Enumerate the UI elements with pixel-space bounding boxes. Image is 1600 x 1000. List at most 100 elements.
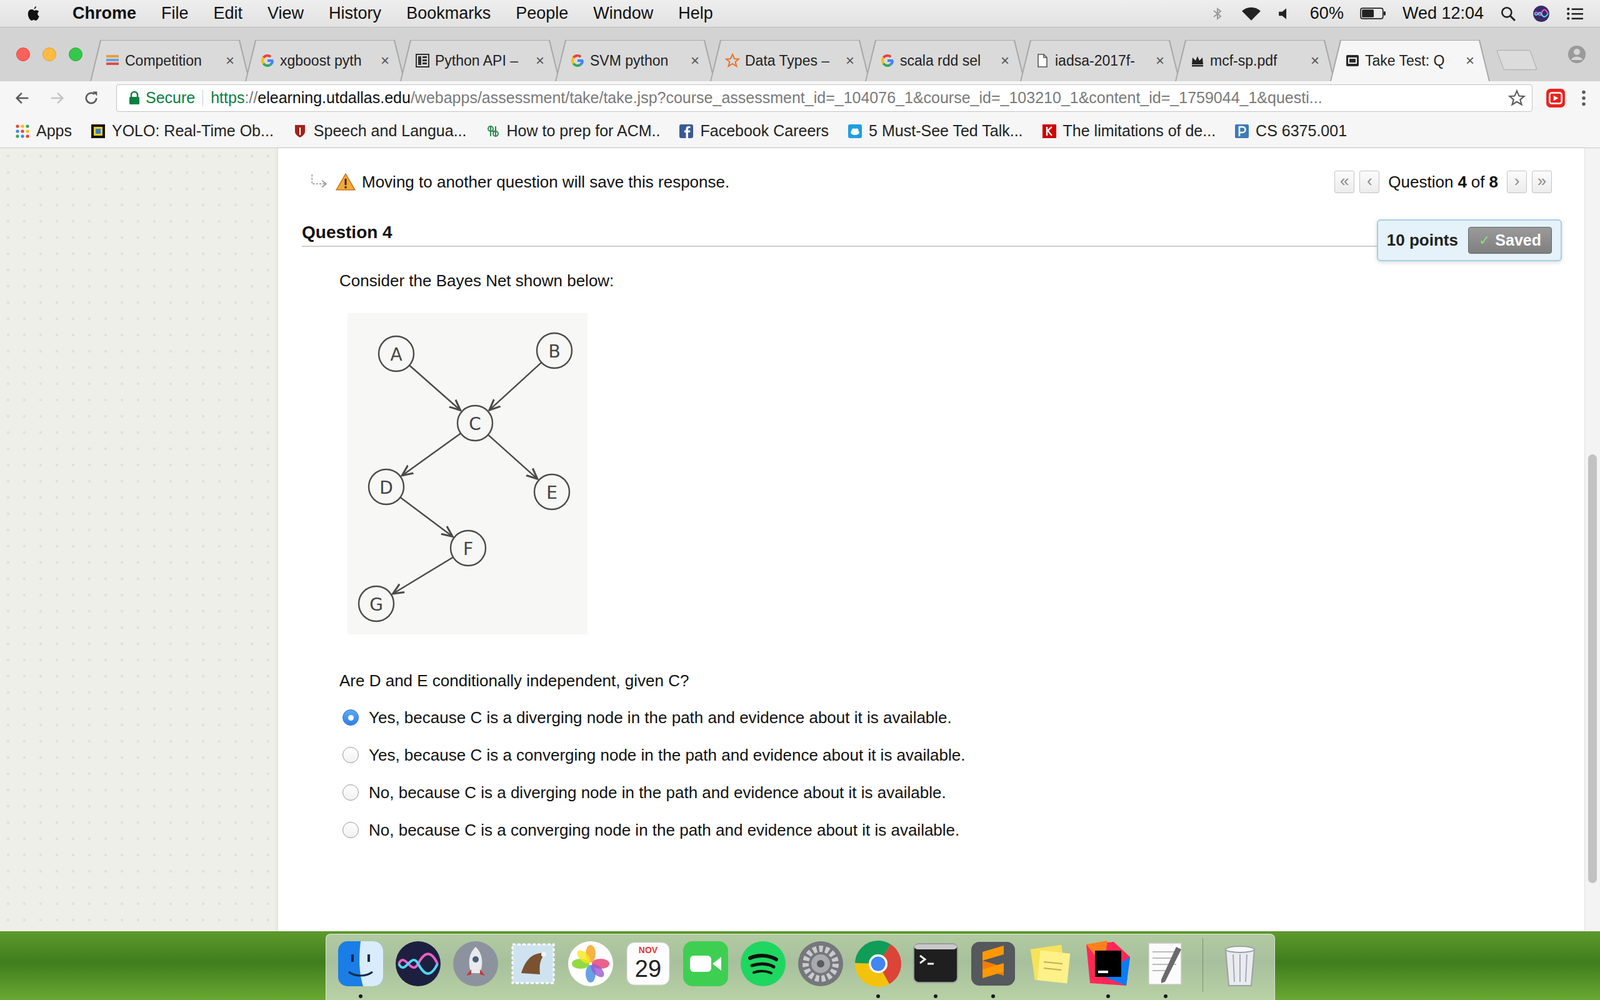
dock-app[interactable] — [1214, 938, 1266, 999]
menu-item[interactable]: Window — [593, 3, 654, 24]
dock-app[interactable] — [1082, 938, 1134, 999]
battery-percent[interactable]: 60% — [1310, 3, 1344, 24]
question-prompt: Consider the Bayes Net shown below: — [339, 270, 1585, 291]
radio-button[interactable] — [342, 709, 359, 726]
answer-option[interactable]: Yes, because C is a converging node in t… — [339, 736, 1585, 774]
menu-item[interactable]: People — [515, 3, 569, 24]
minimize-window-button[interactable] — [42, 47, 57, 62]
dock-app[interactable] — [450, 938, 502, 999]
battery-icon[interactable] — [1360, 6, 1387, 20]
close-tab-button[interactable]: × — [533, 51, 547, 70]
toolbar: Securehttps://elearning.utdallas.edu/web… — [0, 81, 1600, 115]
dock-app[interactable] — [565, 938, 617, 999]
extension-icon[interactable] — [1545, 88, 1566, 109]
zoom-window-button[interactable] — [68, 47, 83, 62]
graph-node: C — [457, 405, 493, 441]
dock-app[interactable] — [1025, 938, 1077, 999]
last-question-button[interactable]: » — [1531, 170, 1552, 194]
profile-icon[interactable] — [1567, 45, 1587, 64]
menu-item[interactable]: Bookmarks — [406, 3, 491, 24]
saved-button[interactable]: ✓Saved — [1468, 226, 1552, 254]
dock-app[interactable] — [795, 938, 847, 999]
close-window-button[interactable] — [16, 47, 30, 62]
dock-app[interactable] — [507, 938, 559, 999]
trash-icon — [1214, 938, 1266, 990]
browser-tab[interactable]: mcf-sp.pdf× — [1175, 40, 1335, 82]
indent-arrow-icon — [309, 173, 330, 191]
url-text[interactable]: https://elearning.utdallas.edu/webapps/a… — [210, 88, 1504, 107]
dock-app[interactable] — [967, 938, 1019, 999]
dock-app[interactable] — [910, 938, 962, 999]
bookmark[interactable]: Apps — [15, 121, 72, 140]
apple-icon[interactable] — [26, 5, 42, 23]
browser-tab[interactable]: SVM python× — [555, 40, 715, 82]
bookmark[interactable]: YOLO: Real-Time Ob... — [90, 121, 274, 140]
answer-options: Yes, because C is a diverging node in th… — [339, 698, 1585, 849]
volume-icon[interactable] — [1277, 6, 1294, 22]
close-tab-button[interactable]: × — [1153, 51, 1167, 70]
forward-button[interactable] — [43, 84, 71, 112]
scrollbar[interactable] — [1584, 148, 1600, 932]
close-tab-button[interactable]: × — [843, 51, 857, 70]
dock-app[interactable] — [335, 938, 387, 999]
scrollbar-thumb[interactable] — [1588, 454, 1597, 884]
bookmark[interactable]: CS 6375.001 — [1234, 121, 1347, 140]
dock-app[interactable]: NOV29 — [622, 938, 674, 999]
dock-app[interactable] — [852, 938, 904, 999]
menu-item[interactable]: Help — [678, 3, 714, 24]
answer-option[interactable]: No, because C is a converging node in th… — [339, 811, 1585, 849]
answer-option[interactable]: No, because C is a diverging node in the… — [339, 773, 1585, 812]
menu-item[interactable]: Edit — [213, 3, 244, 24]
close-tab-button[interactable]: × — [223, 51, 237, 70]
bluetooth-icon[interactable] — [1210, 6, 1225, 22]
close-tab-button[interactable]: × — [998, 51, 1012, 70]
bookmark[interactable]: 5 Must-See Ted Talk... — [847, 121, 1023, 140]
graph-edge — [393, 557, 454, 594]
google-icon — [880, 53, 895, 69]
running-indicator — [876, 994, 880, 999]
dock-app[interactable] — [1140, 938, 1192, 999]
menu-item[interactable]: File — [161, 3, 189, 24]
window-controls — [16, 47, 83, 62]
browser-tab[interactable]: scala rdd sel× — [865, 40, 1025, 82]
app-menu[interactable]: Chrome — [72, 3, 137, 24]
menu-item[interactable]: History — [328, 3, 382, 24]
dock-app[interactable] — [737, 938, 789, 999]
dock-app[interactable] — [392, 938, 444, 999]
new-tab-button[interactable] — [1496, 50, 1538, 70]
close-tab-button[interactable]: × — [1463, 51, 1477, 70]
menu-item[interactable]: View — [267, 3, 304, 24]
notification-center-icon[interactable] — [1566, 6, 1584, 22]
bookmark[interactable]: Speech and Langua... — [292, 121, 467, 140]
tab-title: iadsa-2017f- — [1055, 52, 1149, 70]
siri-icon[interactable] — [1532, 5, 1550, 23]
bookmark[interactable]: How to prep for ACM.. — [485, 121, 661, 140]
reload-button[interactable] — [77, 84, 105, 112]
radio-button[interactable] — [342, 784, 359, 801]
close-tab-button[interactable]: × — [1308, 51, 1322, 70]
bookmark-star-icon[interactable] — [1508, 89, 1526, 107]
address-bar[interactable]: Securehttps://elearning.utdallas.edu/web… — [116, 84, 1533, 112]
answer-option[interactable]: Yes, because C is a diverging node in th… — [339, 698, 1585, 737]
next-question-button[interactable]: › — [1506, 170, 1527, 194]
browser-tab[interactable]: Competition× — [90, 40, 250, 82]
back-button[interactable] — [8, 84, 37, 112]
browser-tab[interactable]: iadsa-2017f-× — [1020, 40, 1180, 82]
spotlight-icon[interactable] — [1500, 5, 1517, 22]
close-tab-button[interactable]: × — [378, 51, 392, 70]
wifi-icon[interactable] — [1241, 6, 1262, 22]
radio-button[interactable] — [342, 821, 359, 839]
browser-tab[interactable]: Python API –× — [400, 40, 560, 82]
browser-tab[interactable]: Data Types –× — [710, 40, 870, 82]
first-question-button[interactable]: « — [1334, 170, 1355, 194]
bookmark[interactable]: The limitations of de... — [1041, 121, 1217, 140]
bookmark[interactable]: Facebook Careers — [678, 121, 829, 140]
chrome-menu-icon[interactable] — [1580, 88, 1588, 109]
browser-tab[interactable]: Take Test: Q× — [1330, 40, 1490, 82]
radio-button[interactable] — [342, 746, 359, 764]
browser-tab[interactable]: xgboost pyth× — [245, 40, 405, 82]
previous-question-button[interactable]: ‹ — [1359, 170, 1380, 194]
clock[interactable]: Wed 12:04 — [1402, 3, 1484, 24]
dock-app[interactable] — [680, 938, 732, 999]
close-tab-button[interactable]: × — [688, 51, 702, 70]
